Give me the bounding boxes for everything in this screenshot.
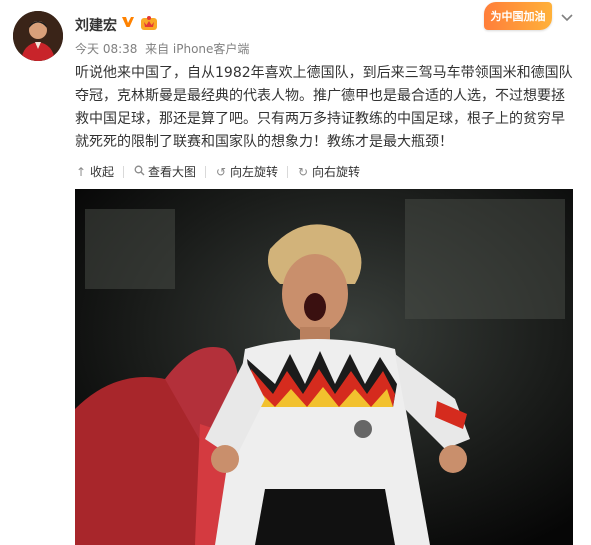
divider [205, 165, 207, 178]
post-meta: 今天 08:38 来自 iPhone客户端 [75, 40, 249, 57]
rotate-right-icon: ↻ [298, 164, 309, 179]
avatar[interactable] [13, 11, 63, 61]
rotate-right-button[interactable]: ↻ 向右旋转 [297, 163, 360, 180]
post-text: 听说他来中国了，自从1982年喜欢上德国队，到后来三驾马车带领国米和德国队夺冠，… [75, 65, 573, 150]
view-large-button[interactable]: 查看大图 [133, 163, 196, 180]
topic-badge[interactable]: 为中国加油 [484, 2, 552, 30]
rotate-left-icon: ↺ [216, 164, 227, 179]
magnifier-icon [133, 165, 145, 179]
avatar-image [13, 11, 63, 61]
post-time[interactable]: 今天 08:38 [75, 42, 137, 56]
arrow-up-icon: ↑ [75, 164, 87, 179]
rotate-left-label: 向左旋转 [230, 165, 279, 179]
post-source[interactable]: iPhone客户端 [173, 42, 250, 56]
collapse-label: 收起 [90, 165, 115, 179]
source-prefix-label: 来自 [145, 42, 170, 56]
verified-v-icon[interactable] [121, 15, 135, 29]
chevron-down-icon[interactable] [559, 9, 575, 25]
divider [123, 165, 125, 178]
member-crown-icon[interactable] [140, 15, 158, 31]
username-link[interactable]: 刘建宏 [75, 15, 117, 35]
rotate-left-button[interactable]: ↺ 向左旋转 [215, 163, 278, 180]
post-image[interactable] [75, 189, 573, 545]
rotate-right-label: 向右旋转 [312, 165, 361, 179]
view-large-label: 查看大图 [148, 165, 197, 179]
football-player-photo [75, 189, 573, 545]
divider [287, 165, 289, 178]
image-action-bar: ↑ 收起 查看大图 ↺ 向左旋转 ↻ 向右旋转 [75, 163, 360, 180]
collapse-button[interactable]: ↑ 收起 [75, 163, 114, 180]
